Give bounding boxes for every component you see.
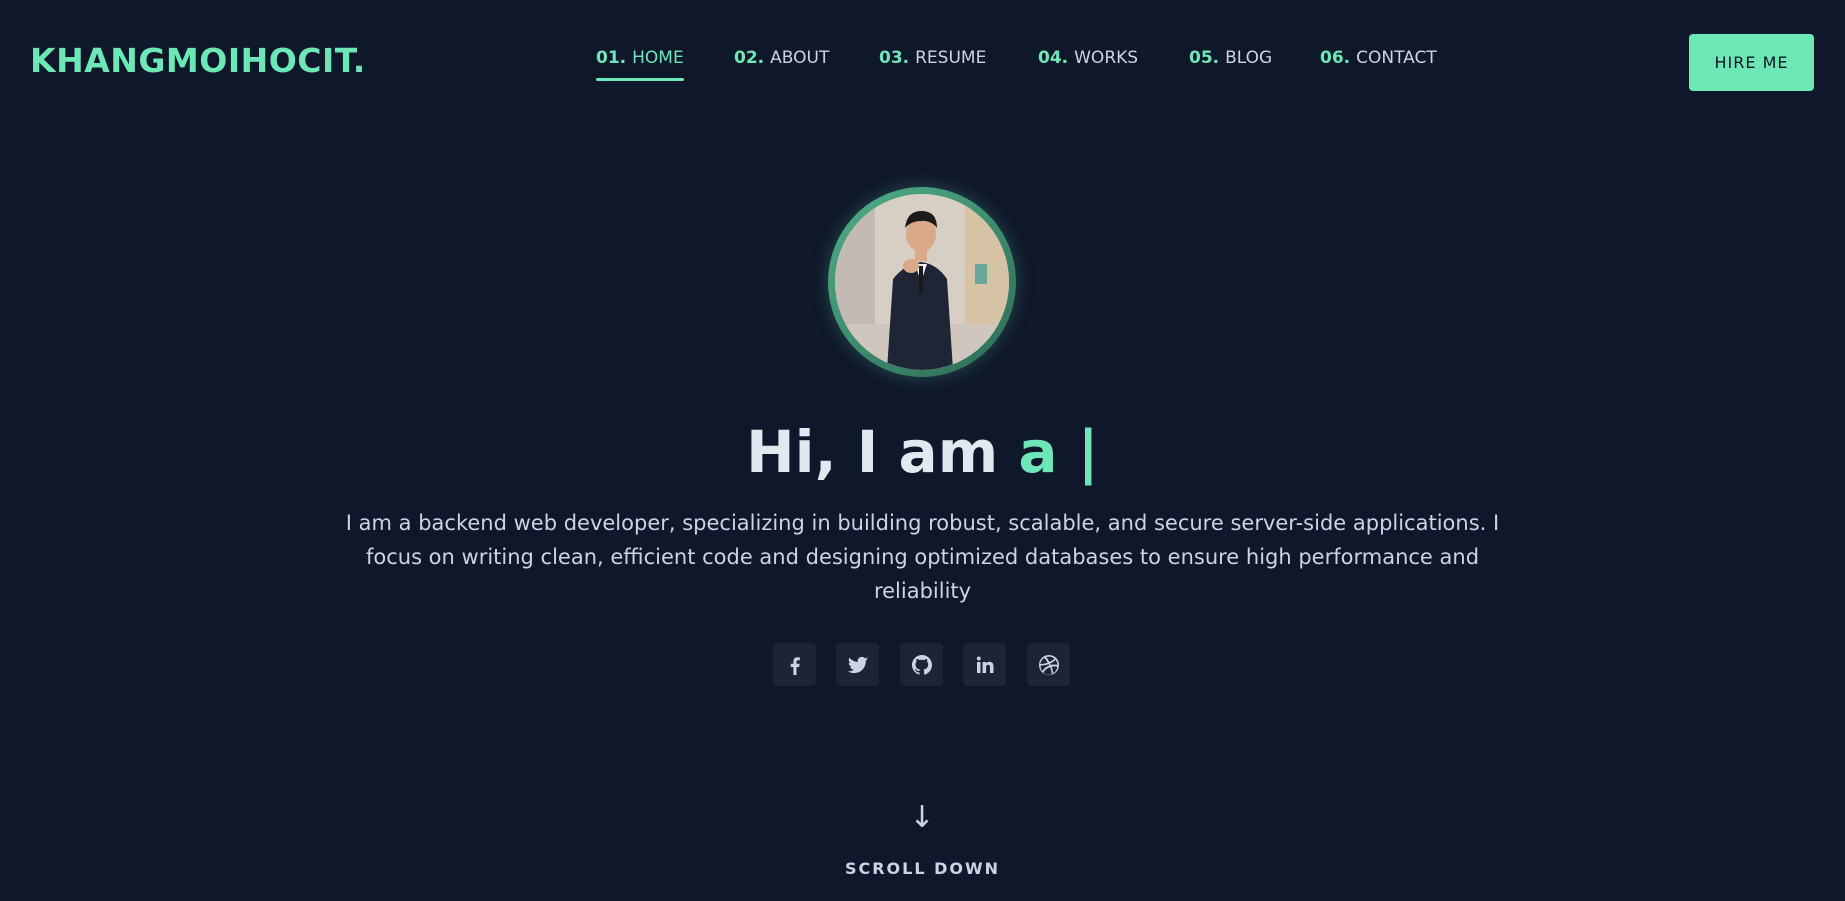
nav-item-home[interactable]: 01. HOME: [596, 48, 684, 84]
linkedin-icon: [976, 656, 993, 673]
twitter-link[interactable]: [836, 643, 879, 686]
nav-item-about[interactable]: 02. ABOUT: [734, 48, 829, 84]
nav-item-works[interactable]: 04. WORKS: [1038, 48, 1138, 84]
nav-number: 04.: [1038, 48, 1069, 68]
nav-item-blog[interactable]: 05. BLOG: [1189, 48, 1272, 84]
typed-text: a |: [1018, 418, 1099, 486]
nav-label: HOME: [632, 48, 684, 68]
hero-bio: I am a backend web developer, specializi…: [345, 511, 1500, 603]
github-icon: [911, 654, 932, 675]
nav-label: ABOUT: [770, 48, 830, 68]
social-links: [773, 643, 1073, 687]
facebook-icon: [790, 656, 800, 675]
nav-label: RESUME: [915, 48, 987, 68]
nav-number: 06.: [1320, 48, 1351, 68]
dribbble-icon: [1038, 654, 1059, 675]
nav-number: 03.: [879, 48, 910, 68]
main-nav: 01. HOME 02. ABOUT 03. RESUME 04. WORKS 05. B…: [0, 48, 1845, 88]
scroll-down-label[interactable]: SCROLL DOWN: [0, 859, 1845, 878]
hero-headline: Hi, I am a |: [0, 418, 1845, 486]
nav-label: CONTACT: [1356, 48, 1437, 68]
avatar: [828, 187, 1016, 377]
nav-item-contact[interactable]: 06. CONTACT: [1320, 48, 1437, 84]
scroll-down-arrow-icon[interactable]: ↓: [902, 800, 942, 835]
github-link[interactable]: [900, 643, 943, 686]
nav-number: 01.: [596, 48, 627, 68]
person-portrait-icon: [835, 194, 1009, 370]
site-header: KHANGMOIHOCIT. 01. HOME 02. ABOUT 03. RESUM…: [0, 0, 1845, 128]
facebook-link[interactable]: [773, 643, 816, 686]
nav-label: WORKS: [1074, 48, 1139, 68]
avatar-photo: [835, 194, 1009, 370]
nav-number: 05.: [1189, 48, 1220, 68]
twitter-icon: [847, 656, 868, 673]
hire-me-button[interactable]: HIRE ME: [1689, 34, 1814, 91]
dribbble-link[interactable]: [1027, 643, 1070, 686]
hero-greeting: Hi, I am: [746, 418, 1019, 486]
nav-item-resume[interactable]: 03. RESUME: [879, 48, 986, 84]
nav-number: 02.: [734, 48, 765, 68]
linkedin-link[interactable]: [963, 643, 1006, 686]
nav-label: BLOG: [1225, 48, 1273, 68]
